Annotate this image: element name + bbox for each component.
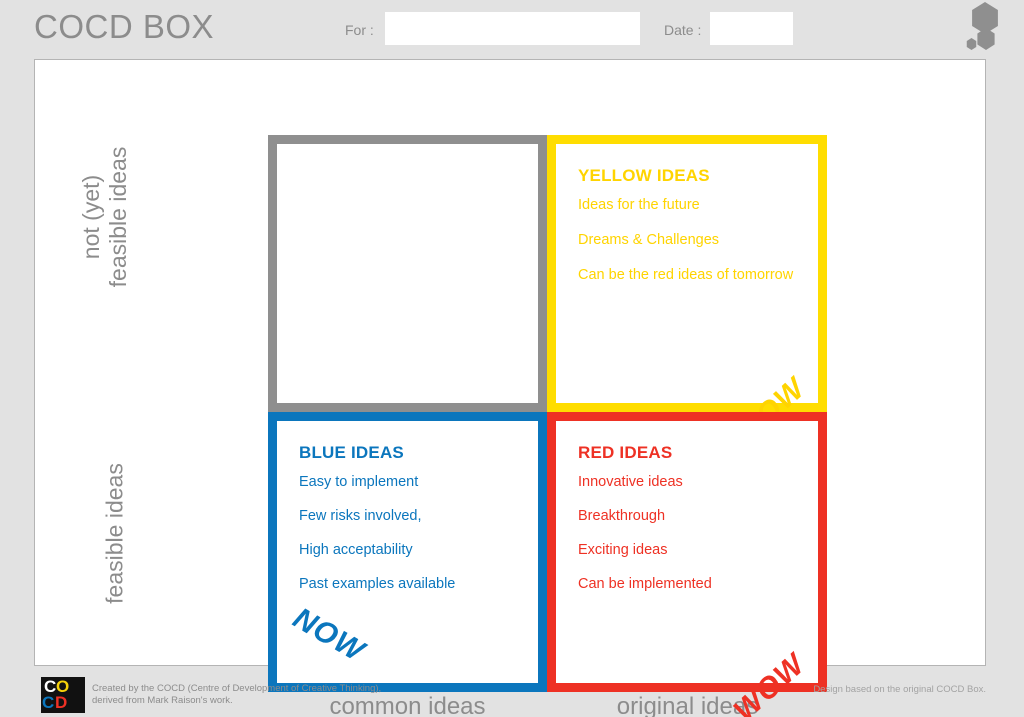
cocd-logo: C O C D [41, 677, 85, 713]
footer-credit-left: Created by the COCD (Centre of Developme… [92, 683, 381, 707]
page-header: COCD BOX For : Date : [0, 0, 1024, 58]
quadrant-yellow-ideas[interactable]: YELLOW IDEAS Ideas for the future Dreams… [547, 135, 827, 447]
quadrant-red-line-2: Breakthrough [578, 508, 666, 524]
page-footer: C O C D Created by the COCD (Centre of D… [0, 674, 1024, 717]
for-input[interactable] [385, 12, 640, 45]
page-title: COCD BOX [34, 8, 215, 45]
quadrant-blue-line-1: Easy to implement [299, 474, 419, 490]
quadrant-red-line-4: Can be implemented [578, 576, 712, 592]
quadrant-blue-line-2: Few risks involved, [299, 508, 422, 524]
quadrant-red-line-1: Innovative ideas [578, 474, 683, 490]
date-input[interactable] [710, 12, 793, 45]
footer-credit-line-2: derived from Mark Raison's work. [92, 695, 233, 706]
hexagon-small-icon [966, 38, 977, 50]
quadrant-yellow-line-3: Can be the red ideas of tomorrow [578, 267, 794, 283]
axis-label-not-feasible-line1: not (yet) [78, 174, 104, 260]
quadrant-blue-title: BLUE IDEAS [299, 443, 404, 462]
cocd-logo-letter-c2: C [42, 693, 55, 712]
axis-label-not-feasible: not (yet) feasible ideas [78, 77, 132, 357]
quadrant-yellow-line-1: Ideas for the future [578, 197, 700, 213]
quadrant-yellow-title: YELLOW IDEAS [578, 166, 710, 185]
quadrant-red-title: RED IDEAS [578, 443, 673, 462]
quadrant-red-line-3: Exciting ideas [578, 542, 668, 558]
for-label: For : [345, 22, 374, 38]
quadrant-blue-line-4: Past examples available [299, 576, 456, 592]
hexagon-medium-icon [977, 28, 995, 50]
cocd-logo-letter-d: D [55, 693, 68, 712]
quadrant-empty[interactable] [268, 135, 547, 412]
quadrant-blue-line-3: High acceptability [299, 542, 413, 558]
quadrant-yellow-content: YELLOW IDEAS Ideas for the future Dreams… [556, 144, 818, 403]
quadrant-red-ideas[interactable]: RED IDEAS Innovative ideas Breakthrough … [547, 412, 827, 717]
footer-credit-line-1: Created by the COCD (Centre of Developme… [92, 683, 382, 694]
quadrant-red-content: RED IDEAS Innovative ideas Breakthrough … [556, 421, 818, 683]
axis-label-not-feasible-line2: feasible ideas [105, 146, 131, 288]
axis-label-feasible: feasible ideas [101, 463, 128, 604]
quadrant-blue-ideas[interactable]: BLUE IDEAS Easy to implement Few risks i… [268, 412, 547, 692]
quadrant-empty-content [277, 144, 538, 403]
footer-credit-right: Design based on the original COCD Box. [813, 684, 986, 695]
cocd-box-panel: not (yet) feasible ideas feasible ideas … [34, 59, 986, 717]
date-label: Date : [664, 22, 702, 38]
hexagon-logo [962, 2, 1010, 52]
quadrant-yellow-line-2: Dreams & Challenges [578, 232, 720, 248]
